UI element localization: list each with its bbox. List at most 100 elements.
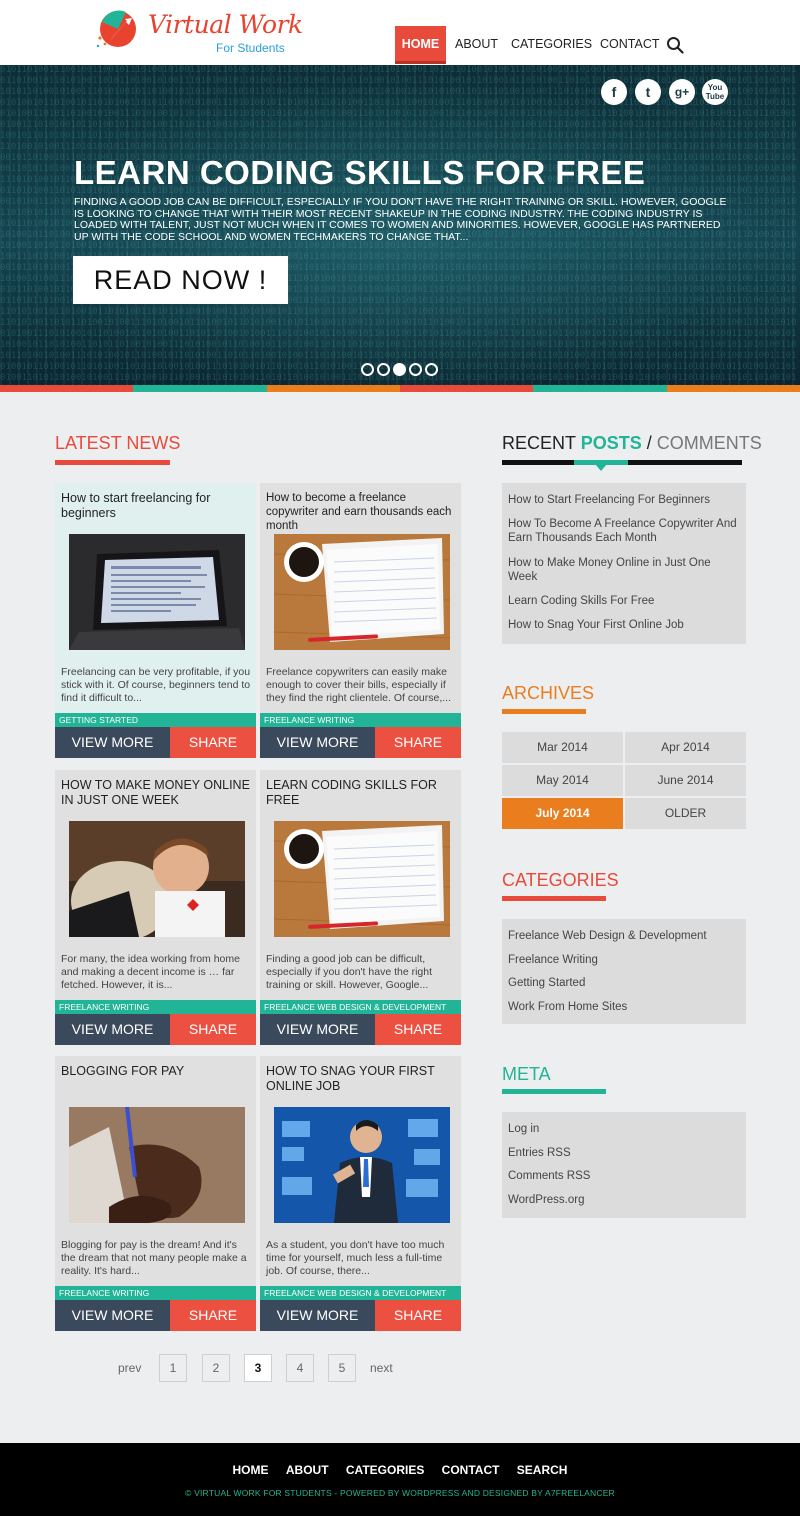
- footer-link-about[interactable]: ABOUT: [286, 1463, 329, 1477]
- meta-heading: META: [502, 1064, 551, 1084]
- view-more-button[interactable]: VIEW MORE: [260, 1014, 375, 1045]
- slider-dot-4[interactable]: [409, 363, 422, 376]
- facebook-icon[interactable]: f: [601, 79, 627, 105]
- slider-dot-2[interactable]: [377, 363, 390, 376]
- post-title[interactable]: LEARN CODING SKILLS FOR FREE: [266, 778, 456, 808]
- share-button[interactable]: SHARE: [170, 1300, 256, 1331]
- footer-nav: HOME ABOUT CATEGORIES CONTACT SEARCH: [0, 1463, 800, 1477]
- post-excerpt: Freelancing can be very profitable, if y…: [61, 666, 251, 704]
- nav-contact[interactable]: CONTACT: [600, 26, 660, 64]
- post-thumbnail[interactable]: [69, 1107, 245, 1223]
- category-link[interactable]: Getting Started: [508, 976, 738, 990]
- share-button[interactable]: SHARE: [170, 1014, 256, 1045]
- slider-dot-3[interactable]: [393, 363, 406, 376]
- meta-link[interactable]: WordPress.org: [508, 1193, 738, 1207]
- category-link[interactable]: Freelance Writing: [508, 953, 738, 967]
- view-more-button[interactable]: VIEW MORE: [55, 1300, 170, 1331]
- footer-link-home[interactable]: HOME: [233, 1463, 269, 1477]
- post-excerpt: As a student, you don't have too much ti…: [266, 1239, 445, 1277]
- post-excerpt: For many, the idea working from home and…: [61, 953, 240, 991]
- archive-link[interactable]: June 2014: [625, 765, 746, 796]
- read-now-button[interactable]: READ NOW !: [73, 256, 288, 304]
- archive-older-link[interactable]: OLDER: [625, 798, 746, 829]
- hero-slider: 0101101001110010011001011101001010011010…: [0, 65, 800, 385]
- post-thumbnail[interactable]: [274, 821, 450, 937]
- share-button[interactable]: SHARE: [375, 1014, 461, 1045]
- share-button[interactable]: SHARE: [375, 727, 461, 758]
- view-more-button[interactable]: VIEW MORE: [260, 1300, 375, 1331]
- post-thumbnail[interactable]: [274, 1107, 450, 1223]
- category-link[interactable]: Work From Home Sites: [508, 1000, 738, 1014]
- recent-posts-list: How to Start Freelancing For Beginners H…: [502, 483, 746, 644]
- meta-link[interactable]: Comments RSS: [508, 1169, 738, 1183]
- share-button[interactable]: SHARE: [375, 1300, 461, 1331]
- post-thumbnail[interactable]: [69, 534, 245, 650]
- view-more-button[interactable]: VIEW MORE: [55, 1014, 170, 1045]
- footer-link-search[interactable]: SEARCH: [517, 1463, 568, 1477]
- meta-link[interactable]: Entries RSS: [508, 1146, 738, 1160]
- recent-post-link[interactable]: How to Start Freelancing For Beginners: [508, 493, 738, 507]
- post-title[interactable]: HOW TO SNAG YOUR FIRST ONLINE JOB: [266, 1064, 456, 1094]
- recent-comments-tab[interactable]: COMMENTS: [657, 433, 762, 453]
- meta-link[interactable]: Log in: [508, 1122, 738, 1136]
- recent-posts-tab[interactable]: POSTS: [581, 433, 642, 453]
- category-link[interactable]: Freelance Web Design & Development: [508, 929, 738, 943]
- recent-post-link[interactable]: How To Become A Freelance Copywriter And…: [508, 517, 738, 545]
- post-category[interactable]: FREELANCE WEB DESIGN & DEVELOPMENT: [260, 1286, 461, 1300]
- page-link-current[interactable]: 3: [244, 1354, 272, 1382]
- slider-dot-1[interactable]: [361, 363, 374, 376]
- youtube-icon[interactable]: You Tube: [702, 79, 728, 105]
- categories-underline: [502, 896, 606, 901]
- post-card: LEARN CODING SKILLS FOR FREE Finding a g…: [260, 770, 461, 1045]
- archive-link[interactable]: Apr 2014: [625, 732, 746, 763]
- archive-link[interactable]: Mar 2014: [502, 732, 623, 763]
- post-title[interactable]: BLOGGING FOR PAY: [61, 1064, 251, 1079]
- view-more-button[interactable]: VIEW MORE: [55, 727, 170, 758]
- nav-about[interactable]: ABOUT: [455, 26, 498, 64]
- post-thumbnail[interactable]: [274, 534, 450, 650]
- post-category[interactable]: FREELANCE WRITING: [55, 1000, 256, 1014]
- post-category[interactable]: GETTING STARTED: [55, 713, 256, 727]
- footer-link-categories[interactable]: CATEGORIES: [346, 1463, 424, 1477]
- twitter-icon[interactable]: t: [635, 79, 661, 105]
- search-icon[interactable]: [666, 36, 684, 54]
- categories-list: Freelance Web Design & Development Freel…: [502, 919, 746, 1024]
- view-more-button[interactable]: VIEW MORE: [260, 727, 375, 758]
- nav-categories[interactable]: CATEGORIES: [511, 26, 592, 64]
- post-category[interactable]: FREELANCE WRITING: [260, 713, 461, 727]
- logo-mark-icon: [96, 10, 136, 48]
- post-title[interactable]: How to become a freelance copywriter and…: [266, 491, 456, 533]
- footer-link-contact[interactable]: CONTACT: [442, 1463, 500, 1477]
- recent-post-link[interactable]: How to Make Money Online in Just One Wee…: [508, 556, 738, 584]
- recent-post-link[interactable]: Learn Coding Skills For Free: [508, 594, 738, 608]
- post-card: HOW TO SNAG YOUR FIRST ONLINE JOB As a s…: [260, 1056, 461, 1331]
- latest-news-heading: LATEST NEWS: [55, 433, 181, 453]
- archive-link[interactable]: May 2014: [502, 765, 623, 796]
- post-title[interactable]: How to start freelancing for beginners: [61, 491, 251, 521]
- page-link[interactable]: 5: [328, 1354, 356, 1382]
- hero-excerpt: Finding a good job can be difficult, esp…: [74, 196, 727, 243]
- page-link[interactable]: 2: [202, 1354, 230, 1382]
- post-category[interactable]: FREELANCE WRITING: [55, 1286, 256, 1300]
- share-button[interactable]: SHARE: [170, 727, 256, 758]
- latest-news-underline: [55, 460, 170, 465]
- post-card: How to become a freelance copywriter and…: [260, 483, 461, 758]
- tab-pointer-icon: [595, 464, 607, 471]
- post-category[interactable]: FREELANCE WEB DESIGN & DEVELOPMENT: [260, 1000, 461, 1014]
- post-card: How to start freelancing for beginners F…: [55, 483, 256, 758]
- post-title[interactable]: HOW TO MAKE MONEY ONLINE IN JUST ONE WEE…: [61, 778, 251, 808]
- archive-link-active[interactable]: July 2014: [502, 798, 623, 829]
- color-stripe: [0, 385, 800, 392]
- post-actions: VIEW MORE SHARE: [55, 1014, 256, 1045]
- slider-dot-5[interactable]: [425, 363, 438, 376]
- pagination-next[interactable]: next: [370, 1354, 393, 1382]
- page-link[interactable]: 4: [286, 1354, 314, 1382]
- site-footer: HOME ABOUT CATEGORIES CONTACT SEARCH © V…: [0, 1443, 800, 1516]
- site-logo[interactable]: Virtual Work For Students: [96, 8, 303, 58]
- nav-home[interactable]: HOME: [395, 26, 446, 64]
- post-thumbnail[interactable]: [69, 821, 245, 937]
- page-link[interactable]: 1: [159, 1354, 187, 1382]
- pagination-prev[interactable]: prev: [118, 1354, 141, 1382]
- recent-post-link[interactable]: How to Snag Your First Online Job: [508, 618, 738, 632]
- google-plus-icon[interactable]: g+: [669, 79, 695, 105]
